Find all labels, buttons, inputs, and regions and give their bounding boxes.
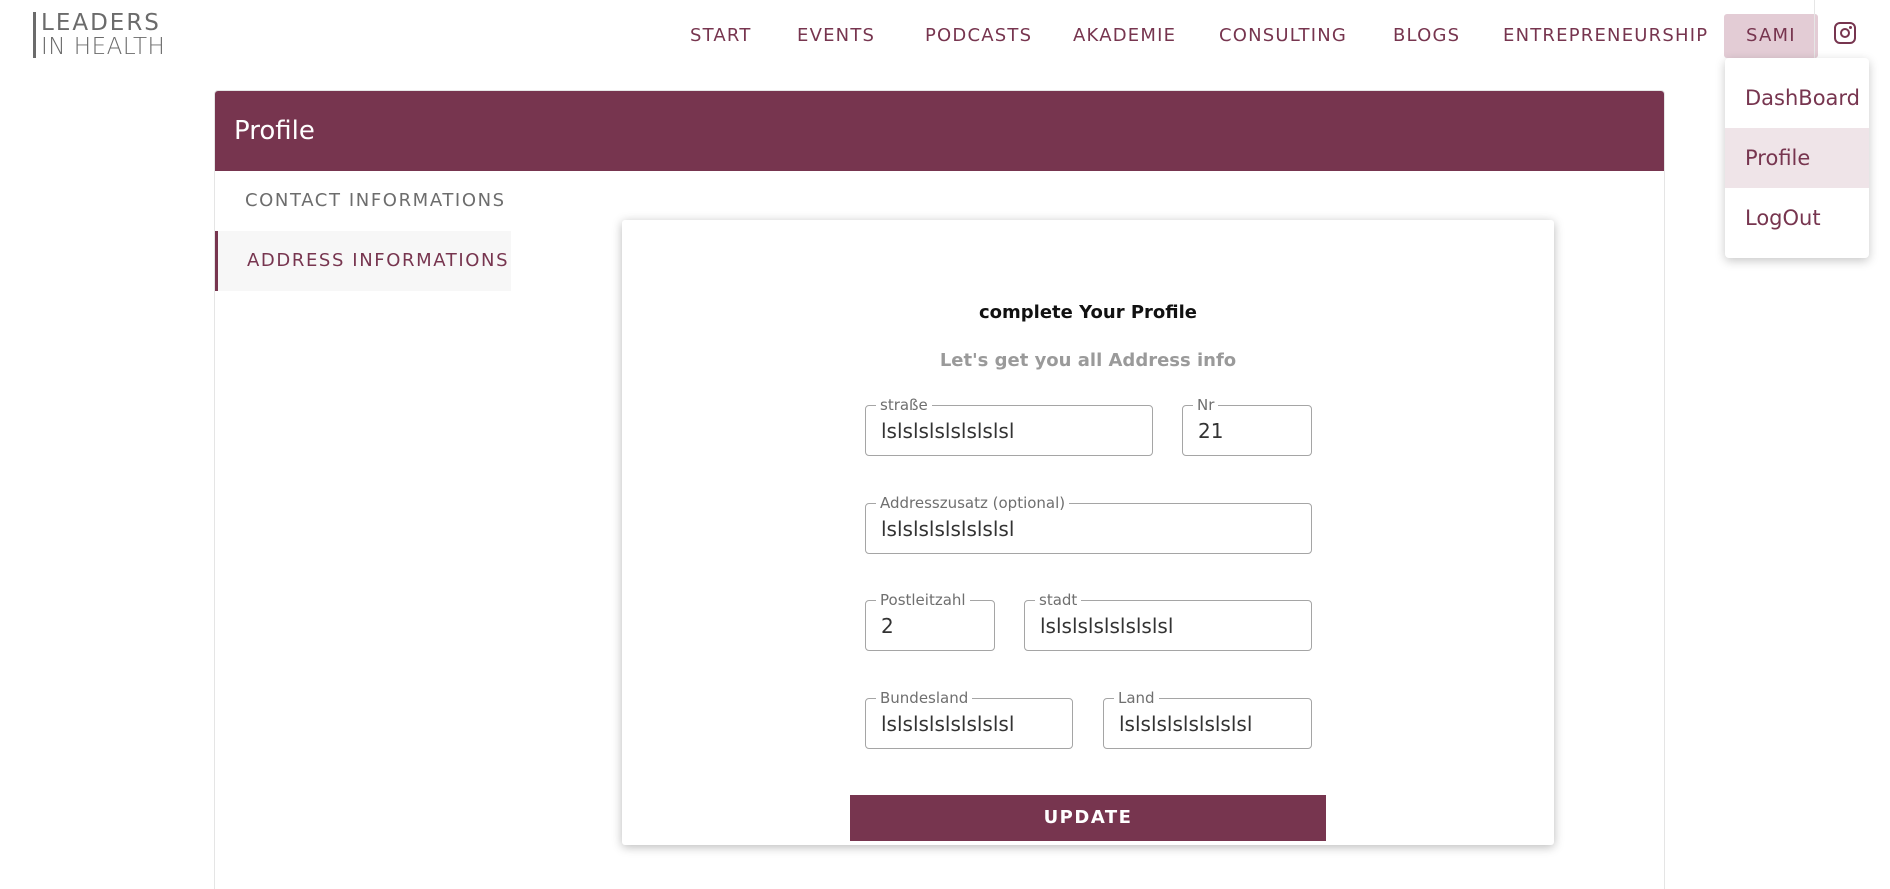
postleitzahl-input[interactable] bbox=[881, 614, 984, 638]
nav-divider bbox=[1814, 0, 1815, 60]
nav-events[interactable]: EVENTS bbox=[797, 14, 875, 58]
strasse-label: straße bbox=[876, 396, 932, 414]
brand-logo[interactable]: LEADERS IN HEALTH bbox=[33, 10, 173, 60]
tab-address-informations[interactable]: ADDRESS INFORMATIONS bbox=[215, 231, 511, 291]
addresszusatz-input[interactable] bbox=[881, 517, 1301, 541]
postleitzahl-field[interactable]: Postleitzahl bbox=[865, 591, 995, 651]
land-input[interactable] bbox=[1119, 712, 1301, 736]
nav-user-sami[interactable]: SAMI bbox=[1724, 14, 1818, 58]
nav-start[interactable]: START bbox=[690, 14, 752, 58]
nr-input[interactable] bbox=[1198, 419, 1301, 443]
nav-akademie[interactable]: AKADEMIE bbox=[1073, 14, 1176, 58]
addresszusatz-field[interactable]: Addresszusatz (optional) bbox=[865, 494, 1312, 554]
land-field[interactable]: Land bbox=[1103, 689, 1312, 749]
tab-contact-informations[interactable]: CONTACT INFORMATIONS bbox=[215, 171, 511, 231]
nav-blogs[interactable]: BLOGS bbox=[1393, 14, 1460, 58]
nr-field[interactable]: Nr bbox=[1182, 396, 1312, 456]
nav-consulting[interactable]: CONSULTING bbox=[1219, 14, 1347, 58]
nr-label: Nr bbox=[1193, 396, 1219, 414]
logo-line-2: IN HEALTH bbox=[41, 34, 166, 60]
menu-item-dashboard[interactable]: DashBoard bbox=[1725, 68, 1869, 128]
stadt-field[interactable]: stadt bbox=[1024, 591, 1312, 651]
stadt-label: stadt bbox=[1035, 591, 1082, 609]
menu-item-logout[interactable]: LogOut bbox=[1725, 188, 1869, 248]
logo-bar bbox=[33, 12, 36, 58]
bundesland-field[interactable]: Bundesland bbox=[865, 689, 1073, 749]
update-button[interactable]: UPDATE bbox=[850, 795, 1326, 841]
stadt-input[interactable] bbox=[1040, 614, 1301, 638]
postleitzahl-label: Postleitzahl bbox=[876, 591, 970, 609]
user-dropdown-menu: DashBoard Profile LogOut bbox=[1725, 58, 1869, 258]
form-subtitle: Let's get you all Address info bbox=[939, 350, 1237, 371]
addresszusatz-label: Addresszusatz (optional) bbox=[876, 494, 1070, 512]
profile-title: Profile bbox=[215, 91, 1664, 171]
nav-podcasts[interactable]: PODCASTS bbox=[925, 14, 1032, 58]
address-form-card: complete Your Profile Let's get you all … bbox=[622, 220, 1554, 845]
form-title: complete Your Profile bbox=[979, 302, 1197, 323]
logo-line-1: LEADERS bbox=[41, 10, 161, 36]
strasse-field[interactable]: straße bbox=[865, 396, 1153, 456]
menu-item-profile[interactable]: Profile bbox=[1725, 128, 1869, 188]
instagram-icon[interactable] bbox=[1834, 22, 1856, 44]
bundesland-input[interactable] bbox=[881, 712, 1062, 736]
bundesland-label: Bundesland bbox=[876, 689, 973, 707]
strasse-input[interactable] bbox=[881, 419, 1142, 443]
nav-entrepreneurship[interactable]: ENTREPRENEURSHIP bbox=[1503, 14, 1708, 58]
land-label: Land bbox=[1114, 689, 1159, 707]
